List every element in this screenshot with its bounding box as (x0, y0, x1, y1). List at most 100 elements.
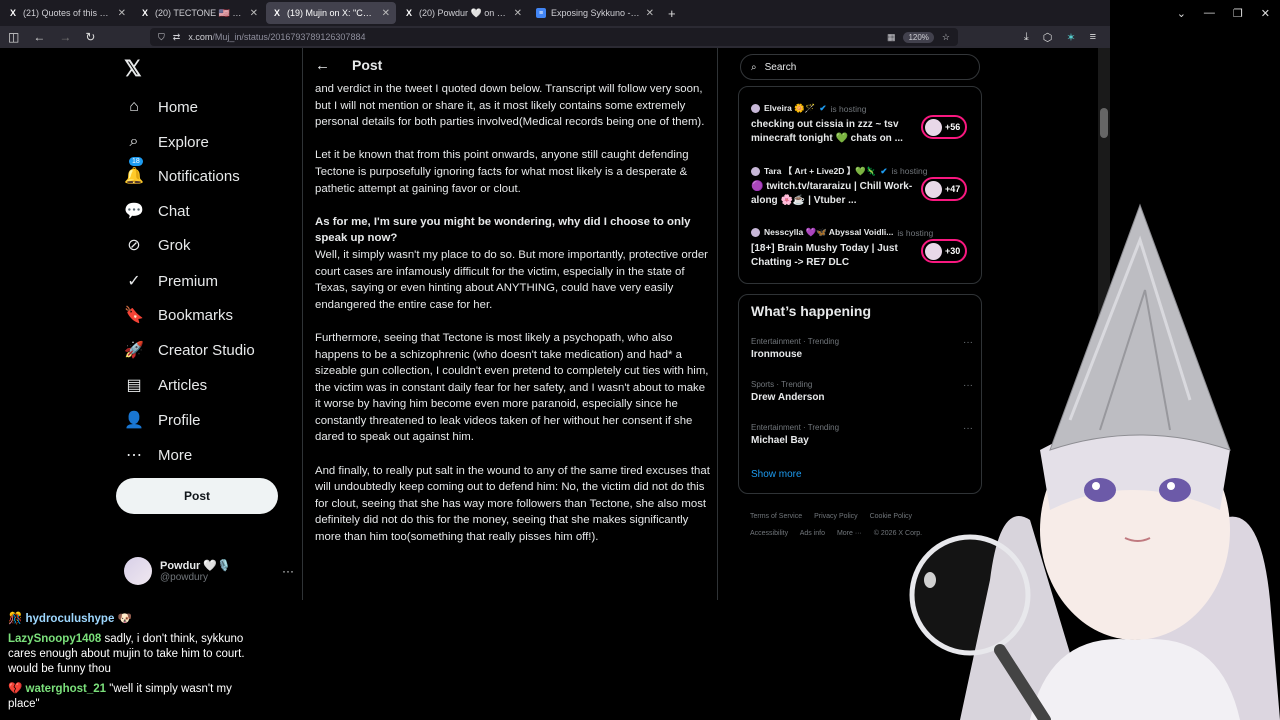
search-input[interactable]: ⌕ Search (740, 54, 980, 80)
bookmark-star-icon[interactable]: ☆ (942, 32, 950, 43)
host-avatar (751, 228, 760, 237)
menu-icon[interactable]: ≡ (1090, 31, 1096, 43)
sidebar-item-grok[interactable]: ⊘ Grok (124, 230, 190, 260)
zoom-level[interactable]: 120% (903, 31, 934, 43)
host-avatar (751, 104, 760, 113)
account-name: Powdur 🤍🎙️ (160, 560, 231, 572)
address-bar[interactable]: ⛉ ⇄ x.com/Muj_in/status/2016793789126307… (150, 28, 958, 46)
window-controls: ⌄ — ❐ ✕ (1177, 0, 1280, 26)
sidebar-item-home[interactable]: ⌂ Home (124, 92, 198, 122)
new-tab-icon[interactable]: + (668, 6, 676, 21)
account-handle: @powdury (160, 572, 208, 583)
sidebar-item-label: Chat (158, 202, 190, 220)
browser-tab[interactable]: ≡ Exposing Sykkuno - Google Do ✕ (530, 2, 660, 24)
close-tab-icon[interactable]: ✕ (118, 8, 126, 19)
close-tab-icon[interactable]: ✕ (646, 8, 654, 19)
close-tab-icon[interactable]: ✕ (514, 8, 522, 19)
avatar (124, 557, 152, 585)
extension-icon[interactable]: ✶ (1066, 31, 1075, 44)
section-title: What’s happening (751, 303, 872, 319)
footer-link[interactable]: Ads info (800, 530, 825, 537)
sidebar-item-bookmarks[interactable]: 🔖 Bookmarks (124, 300, 233, 330)
shield-icon[interactable]: ⛉ (158, 32, 165, 43)
downloads-icon[interactable]: ⤓ (1024, 31, 1029, 44)
sidebar-item-more[interactable]: ⋯ More (124, 440, 192, 470)
account-switcher[interactable]: Powdur 🤍🎙️ @powdury ··· (124, 553, 294, 589)
tab-title: (19) Mujin on X: "Cutting all ties (287, 8, 377, 18)
chat-message: LazySnoopy1408 sadly, i don't think, syk… (8, 632, 258, 677)
listener-count: +47 (921, 177, 967, 201)
sidebar-item-label: Notifications (158, 167, 240, 185)
browser-tab[interactable]: X (20) Powdur 🤍 on X: "Bao, ✕ (398, 2, 528, 24)
reader-view-icon[interactable]: ▦ (887, 32, 896, 43)
sidebar-item-label: Explore (158, 133, 209, 151)
more-options-icon[interactable]: ··· (282, 564, 294, 578)
browser-tab[interactable]: X (21) Quotes of this post / X ✕ (2, 2, 132, 24)
sidebar-toggle-icon[interactable]: ◫ (8, 30, 19, 44)
back-arrow-icon[interactable]: ← (315, 57, 330, 74)
close-tab-icon[interactable]: ✕ (250, 8, 258, 19)
sidebar-item-creator-studio[interactable]: 🚀 Creator Studio (124, 335, 255, 365)
search-placeholder: Search (764, 61, 797, 73)
scrollbar-thumb[interactable] (1100, 108, 1108, 138)
tab-list-icon[interactable]: ⌄ (1177, 7, 1186, 20)
post-column: ← Post and verdict in the tweet I quoted… (302, 48, 718, 600)
sidebar-item-label: Premium (158, 272, 219, 290)
post-button[interactable]: Post (116, 478, 278, 514)
tab-title: Exposing Sykkuno - Google Do (551, 8, 641, 18)
sidebar-item-label: Articles (158, 376, 208, 394)
site-info-icon[interactable]: ⇄ (173, 32, 181, 43)
host-name: Tara 【 Art + Live2D 】💚🦎 (764, 166, 877, 176)
live-item[interactable]: Elveira 🌼🪄 ✔ is hosting checking out cissi… (751, 103, 973, 161)
magnifying-glass-icon (909, 534, 1031, 656)
live-title: [18+] Brain Mushy Today | Just Chatting … (751, 243, 898, 268)
footer-link[interactable]: Accessibility (750, 530, 788, 537)
sidebar-item-premium[interactable]: ✓ Premium (124, 266, 218, 296)
minimize-icon[interactable]: — (1204, 7, 1215, 19)
sidebar-item-label: More (158, 446, 193, 464)
sidebar-item-label: Profile (158, 411, 201, 429)
tab-title: (20) Powdur 🤍 on X: "Bao, (419, 7, 509, 18)
tab-title: (21) Quotes of this post / X (23, 8, 113, 18)
post-bold-question: As for me, I'm sure you might be wonderi… (315, 215, 691, 245)
x-logo-icon[interactable]: 𝕏 (124, 56, 142, 82)
bell-icon: 🔔 18 (124, 157, 144, 185)
footer-link[interactable]: Terms of Service (750, 513, 802, 520)
close-tab-icon[interactable]: ✕ (382, 8, 390, 19)
forward-icon[interactable]: → (59, 30, 71, 44)
search-icon: ⌕ (751, 61, 757, 73)
post-paragraph: As for me, I'm sure you might be wonderi… (315, 215, 708, 311)
chat-icon: 💬 (124, 203, 144, 220)
browser-tab-active[interactable]: X (19) Mujin on X: "Cutting all ties ✕ (266, 2, 396, 24)
grok-icon: ⊘ (127, 237, 141, 254)
chat-username: 💔 waterghost_21 (8, 683, 107, 695)
show-more-link[interactable]: Show more (751, 469, 802, 480)
footer-link[interactable]: Privacy Policy (814, 513, 858, 520)
sidebar-item-notifications[interactable]: 🔔 18 Notifications (124, 157, 240, 191)
page-title: Post (352, 57, 383, 73)
post-paragraph: and verdict in the tweet I quoted down b… (315, 83, 705, 129)
docs-favicon: ≡ (536, 8, 546, 18)
back-icon[interactable]: ← (33, 30, 45, 44)
tab-title: (20) TECTONE 🇺🇸 on X: "Cutting (155, 7, 245, 18)
live-title: checking out cissia in zzz ~ tsv minecra… (751, 119, 903, 144)
restore-icon[interactable]: ❐ (1233, 7, 1243, 20)
sidebar-item-articles[interactable]: ▤ Articles (124, 370, 207, 400)
avatar (925, 180, 942, 198)
x-favicon: X (9, 8, 16, 18)
footer-link[interactable]: More ··· (837, 530, 862, 537)
host-avatar (751, 166, 760, 176)
sidebar-item-label: Home (158, 98, 199, 116)
post-header: ← Post (303, 48, 717, 82)
sidebar-item-explore[interactable]: ⌕ Explore (124, 127, 209, 157)
browser-toolbar-right: ⤓ ⬡ ✶ ≡ (1024, 26, 1096, 48)
sidebar-item-chat[interactable]: 💬 Chat (124, 196, 190, 226)
search-icon: ⌕ (129, 133, 139, 150)
reload-icon[interactable]: ↻ (85, 30, 95, 44)
close-window-icon[interactable]: ✕ (1261, 7, 1270, 20)
extensions-icon[interactable]: ⬡ (1043, 31, 1053, 44)
sidebar-item-profile[interactable]: 👤 Profile (124, 405, 201, 435)
browser-tab-strip: X (21) Quotes of this post / X ✕ X (20) TEC… (0, 0, 1110, 26)
stream-chat: 🎊 hydroculushype 🐶 LazySnoopy1408 sadly,… (0, 600, 300, 720)
browser-tab[interactable]: X (20) TECTONE 🇺🇸 on X: "Cutting ✕ (134, 2, 264, 24)
